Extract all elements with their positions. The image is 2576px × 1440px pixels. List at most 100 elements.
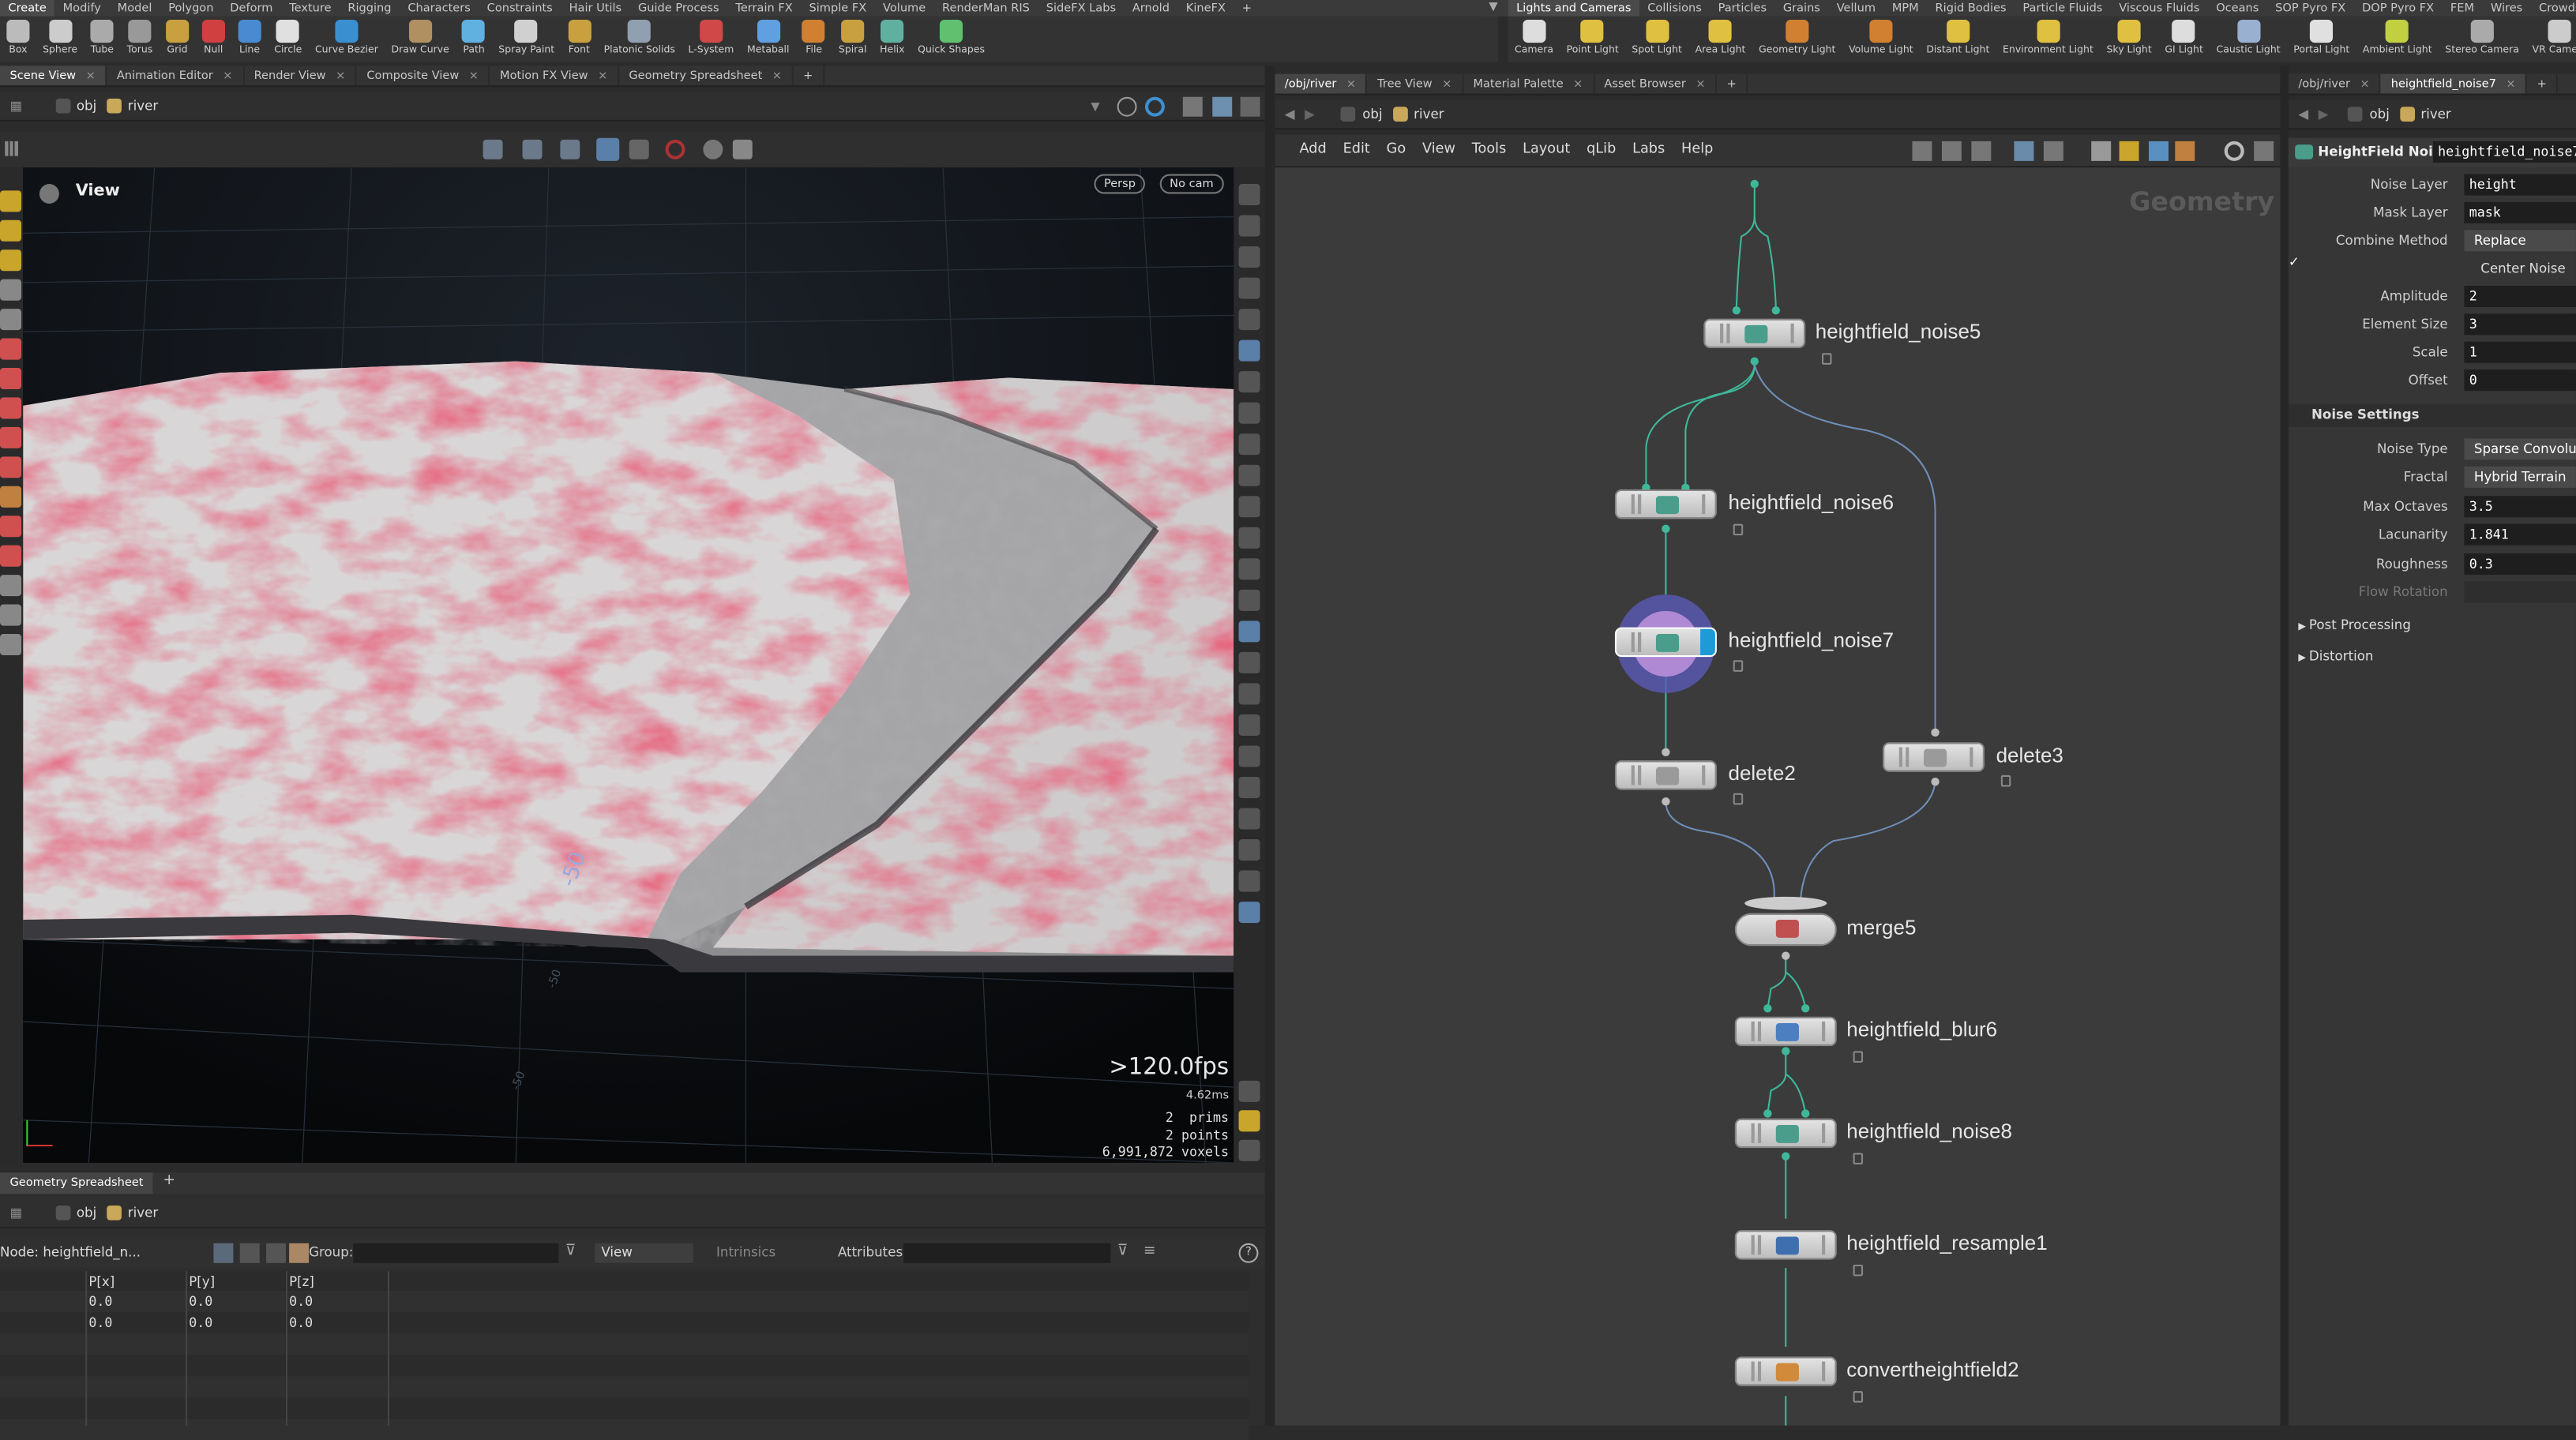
display-option-icon[interactable] xyxy=(1238,651,1260,673)
tool-file[interactable]: File xyxy=(796,17,832,62)
node-heightfield-noise5[interactable] xyxy=(1703,318,1806,349)
close-icon[interactable]: × xyxy=(1442,77,1451,94)
tool-environment-light[interactable]: Environment Light xyxy=(1996,17,2100,62)
node-delete2[interactable] xyxy=(1614,760,1717,790)
wire-tool-icon[interactable] xyxy=(1912,141,1932,161)
display-option-icon[interactable] xyxy=(1238,496,1260,518)
column-header[interactable]: P[y] xyxy=(189,1274,215,1289)
tab-asset-browser[interactable]: Asset Browser × xyxy=(1594,73,1718,94)
menu-labs[interactable]: Labs xyxy=(1624,141,1673,158)
tool-geometry-light[interactable]: Geometry Light xyxy=(1752,17,1842,62)
tool-strip-icon[interactable] xyxy=(0,575,22,597)
snapshot-icon[interactable] xyxy=(703,139,723,159)
move-tool-icon[interactable] xyxy=(522,139,543,159)
scene-viewport[interactable]: View Persp No cam -50 -50 -50 >120.0fps … xyxy=(23,167,1234,1163)
combine-method-menu[interactable]: Replace xyxy=(2464,229,2576,251)
camera-icon[interactable] xyxy=(1182,96,1203,117)
display-option-icon[interactable] xyxy=(1238,433,1260,456)
display-option-icon[interactable] xyxy=(1238,464,1260,486)
tool-strip-icon[interactable] xyxy=(0,426,22,448)
vertices-mode-icon[interactable] xyxy=(239,1243,260,1263)
tool-quick-shapes[interactable]: Quick Shapes xyxy=(911,17,992,62)
shelf-tab-[interactable]: + xyxy=(1234,0,1260,17)
display-option-icon[interactable] xyxy=(1238,808,1260,830)
shelf-tab-dop-pyro-fx[interactable]: DOP Pyro FX xyxy=(2354,0,2443,17)
param-back-icon[interactable]: ◀ xyxy=(2298,107,2308,122)
folder-post-processing[interactable]: ▶ Post Processing xyxy=(2298,617,2411,632)
tool-strip-icon[interactable] xyxy=(0,367,22,390)
shelf-tab-simple-fx[interactable]: Simple FX xyxy=(801,0,875,17)
pane-splitter[interactable] xyxy=(1264,66,1275,1426)
tool-volume-light[interactable]: Volume Light xyxy=(1842,17,1920,62)
display-option-icon[interactable] xyxy=(1238,309,1260,331)
display-option-icon[interactable] xyxy=(1238,558,1260,580)
points-mode-icon[interactable] xyxy=(213,1243,234,1263)
view-gear-icon[interactable] xyxy=(39,183,59,204)
tab-heightfield-noise7[interactable]: heightfield_noise7 × xyxy=(2381,73,2528,94)
param-field[interactable]: Sparse Convolution xyxy=(2464,437,2576,459)
tool-distant-light[interactable]: Distant Light xyxy=(1920,17,1996,62)
tool-font[interactable]: Font xyxy=(561,17,597,62)
tool-spot-light[interactable]: Spot Light xyxy=(1625,17,1688,62)
tool-torus[interactable]: Torus xyxy=(120,17,159,62)
tool-portal-light[interactable]: Portal Light xyxy=(2287,17,2356,62)
filter-icon[interactable]: ⊽ xyxy=(565,1243,582,1263)
shelf-tab-deform[interactable]: Deform xyxy=(222,0,281,17)
display-option-icon[interactable] xyxy=(1238,371,1260,393)
shelf-tab-vellum[interactable]: Vellum xyxy=(1828,0,1883,17)
tab-add[interactable]: + xyxy=(1717,73,1748,94)
menu-view[interactable]: View xyxy=(1414,141,1464,158)
settings-icon[interactable] xyxy=(732,139,753,159)
net-back-icon[interactable]: ◀ xyxy=(1285,107,1295,122)
menu-layout[interactable]: Layout xyxy=(1515,141,1579,158)
param-field[interactable]: mask xyxy=(2464,201,2576,223)
section-noise-settings[interactable]: Noise Settings xyxy=(2288,403,2576,427)
display-option-icon[interactable] xyxy=(1238,589,1260,611)
shelf-tab-sop-pyro-fx[interactable]: SOP Pyro FX xyxy=(2267,0,2354,17)
tool-point-light[interactable]: Point Light xyxy=(1560,17,1625,62)
display-option-icon[interactable] xyxy=(1238,776,1260,799)
tool-strip-icon[interactable] xyxy=(0,279,22,301)
attributes-field[interactable] xyxy=(903,1243,1111,1263)
shelf-tab-constraints[interactable]: Constraints xyxy=(479,0,561,17)
tool-path[interactable]: Path xyxy=(456,17,492,62)
param-field[interactable]: 0 xyxy=(2464,369,2576,391)
param-field[interactable] xyxy=(2464,581,2576,603)
close-icon[interactable]: × xyxy=(469,69,479,85)
menu-qlib[interactable]: qLib xyxy=(1579,141,1624,158)
param-path-node[interactable]: river xyxy=(2399,107,2451,122)
intrinsics-label[interactable]: Intrinsics xyxy=(716,1245,775,1260)
rotate-tool-icon[interactable] xyxy=(560,139,580,159)
tool-spray-paint[interactable]: Spray Paint xyxy=(492,17,561,62)
tab-composite-view[interactable]: Composite View × xyxy=(357,66,490,86)
add-tab-icon[interactable]: + xyxy=(153,1172,186,1194)
close-icon[interactable]: × xyxy=(86,69,96,85)
shelf-tab-fem[interactable]: FEM xyxy=(2443,0,2483,17)
param-field[interactable]: Hybrid Terrain xyxy=(2464,466,2576,488)
tool-strip-icon[interactable] xyxy=(0,486,22,508)
info-icon[interactable] xyxy=(1238,1080,1260,1102)
tool-strip-icon[interactable] xyxy=(0,219,22,242)
shelf-tab-volume[interactable]: Volume xyxy=(875,0,934,17)
menu-edit[interactable]: Edit xyxy=(1335,141,1378,158)
param-forward-icon[interactable]: ▶ xyxy=(2319,107,2329,122)
tool-ambient-light[interactable]: Ambient Light xyxy=(2356,17,2439,62)
menu-add[interactable]: Add xyxy=(1291,141,1335,158)
tool-strip-icon[interactable] xyxy=(0,309,22,331)
close-icon[interactable]: × xyxy=(772,69,782,85)
tool-strip-icon[interactable] xyxy=(0,633,22,656)
display-option-icon[interactable] xyxy=(1238,183,1260,206)
network-editor[interactable]: Geometry heightfield_noise5 heightfield_… xyxy=(1275,167,2281,1426)
tool-metaball[interactable]: Metaball xyxy=(741,17,796,62)
shelf-tab-arnold[interactable]: Arnold xyxy=(1124,0,1177,17)
image-icon[interactable] xyxy=(2149,141,2169,161)
tool-strip-icon[interactable] xyxy=(0,456,22,478)
node-name-field[interactable]: heightfield_noise7 xyxy=(2432,141,2576,163)
tool-draw-curve[interactable]: Draw Curve xyxy=(385,17,456,62)
shelf-menu-icon[interactable]: ▼ xyxy=(1478,0,1508,17)
grid-icon[interactable] xyxy=(1238,1110,1260,1132)
tool-area-light[interactable]: Area Light xyxy=(1688,17,1752,62)
node-convertheightfield2[interactable] xyxy=(1734,1356,1837,1386)
tool-curve-bezier[interactable]: Curve Bezier xyxy=(309,17,385,62)
lock-icon[interactable] xyxy=(2000,774,2011,787)
